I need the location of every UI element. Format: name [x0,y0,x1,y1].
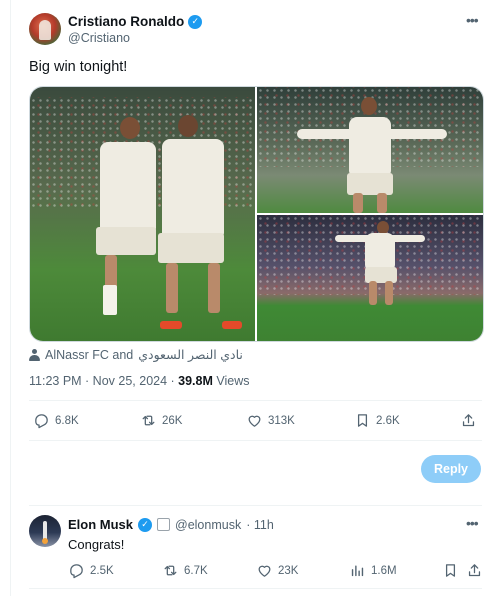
reply-icon [70,564,83,579]
reply-repost-action[interactable]: 6.7K [162,562,208,579]
photo-running-celebration[interactable] [257,215,483,341]
media-grid[interactable] [29,86,484,342]
tagged-label-part2[interactable]: نادي النصر السعودي [138,347,243,362]
reply-time[interactable]: · 11h [246,518,274,532]
reply-author-row: Elon Musk ✓ @elonmusk · 11h [68,517,274,532]
repost-icon [164,565,177,576]
views-label: Views [212,374,250,388]
views-icon [351,565,364,577]
divider [29,588,482,589]
like-action[interactable]: 313K [246,412,295,429]
reply-share-action[interactable] [466,562,483,579]
reply-button[interactable]: Reply [421,455,481,483]
divider [29,400,482,401]
person-icon [29,348,40,361]
repost-action[interactable]: 26K [140,412,182,429]
reply-author-avatar[interactable] [29,515,61,547]
more-icon[interactable]: ••• [466,12,479,28]
views-count: 39.8M [178,374,213,388]
like-count: 313K [268,414,295,427]
affiliate-badge-icon [157,518,171,531]
reply-bookmark-action[interactable] [442,562,459,579]
like-icon [248,415,261,427]
author-avatar[interactable] [29,13,61,45]
reply-text: Congrats! [68,537,125,552]
bookmark-count: 2.6K [376,414,400,427]
share-action[interactable] [460,412,477,429]
tweet-timestamp[interactable]: 11:23 PM · Nov 25, 2024 · [29,374,178,388]
reply-reply-count: 2.5K [90,564,114,577]
divider [29,440,482,441]
reply-views-count: 1.6M [371,564,397,577]
verified-badge-icon: ✓ [138,517,153,532]
like-icon [258,565,271,577]
repost-count: 26K [162,414,183,427]
reply-count: 6.8K [55,414,79,427]
bookmark-action[interactable]: 2.6K [354,412,400,429]
photo-celebration-embrace[interactable] [30,87,255,341]
reply-icon [35,414,48,429]
reply-reply-action[interactable]: 2.5K [68,562,114,579]
author-name[interactable]: Cristiano Ronaldo [68,14,184,29]
bookmark-icon [357,414,368,427]
reply-like-action[interactable]: 23K [256,562,298,579]
divider [29,505,482,506]
reply-author-handle[interactable]: @elonmusk [175,518,241,532]
reply-views-action[interactable]: 1.6M [349,562,397,579]
reply-repost-count: 6.7K [184,564,208,577]
share-icon [462,414,475,427]
verified-badge-icon: ✓ [188,14,203,29]
author-name-row[interactable]: Cristiano Ronaldo ✓ [68,14,203,29]
repost-icon [142,415,155,426]
tagged-label-part1[interactable]: AlNassr FC and [45,348,133,362]
photo-arms-spread[interactable] [257,87,483,213]
reply-action[interactable]: 6.8K [33,412,79,429]
tagged-accounts[interactable]: AlNassr FC and نادي النصر السعودي [29,347,243,362]
bookmark-icon [445,564,456,577]
tweet-meta: 11:23 PM · Nov 25, 2024 · 39.8M Views [29,374,250,388]
author-handle[interactable]: @Cristiano [68,31,130,45]
tweet-text: Big win tonight! [29,59,128,75]
reply-like-count: 23K [278,564,299,577]
more-icon[interactable]: ••• [466,515,479,531]
share-icon [468,564,481,577]
reply-author-name[interactable]: Elon Musk [68,517,133,532]
